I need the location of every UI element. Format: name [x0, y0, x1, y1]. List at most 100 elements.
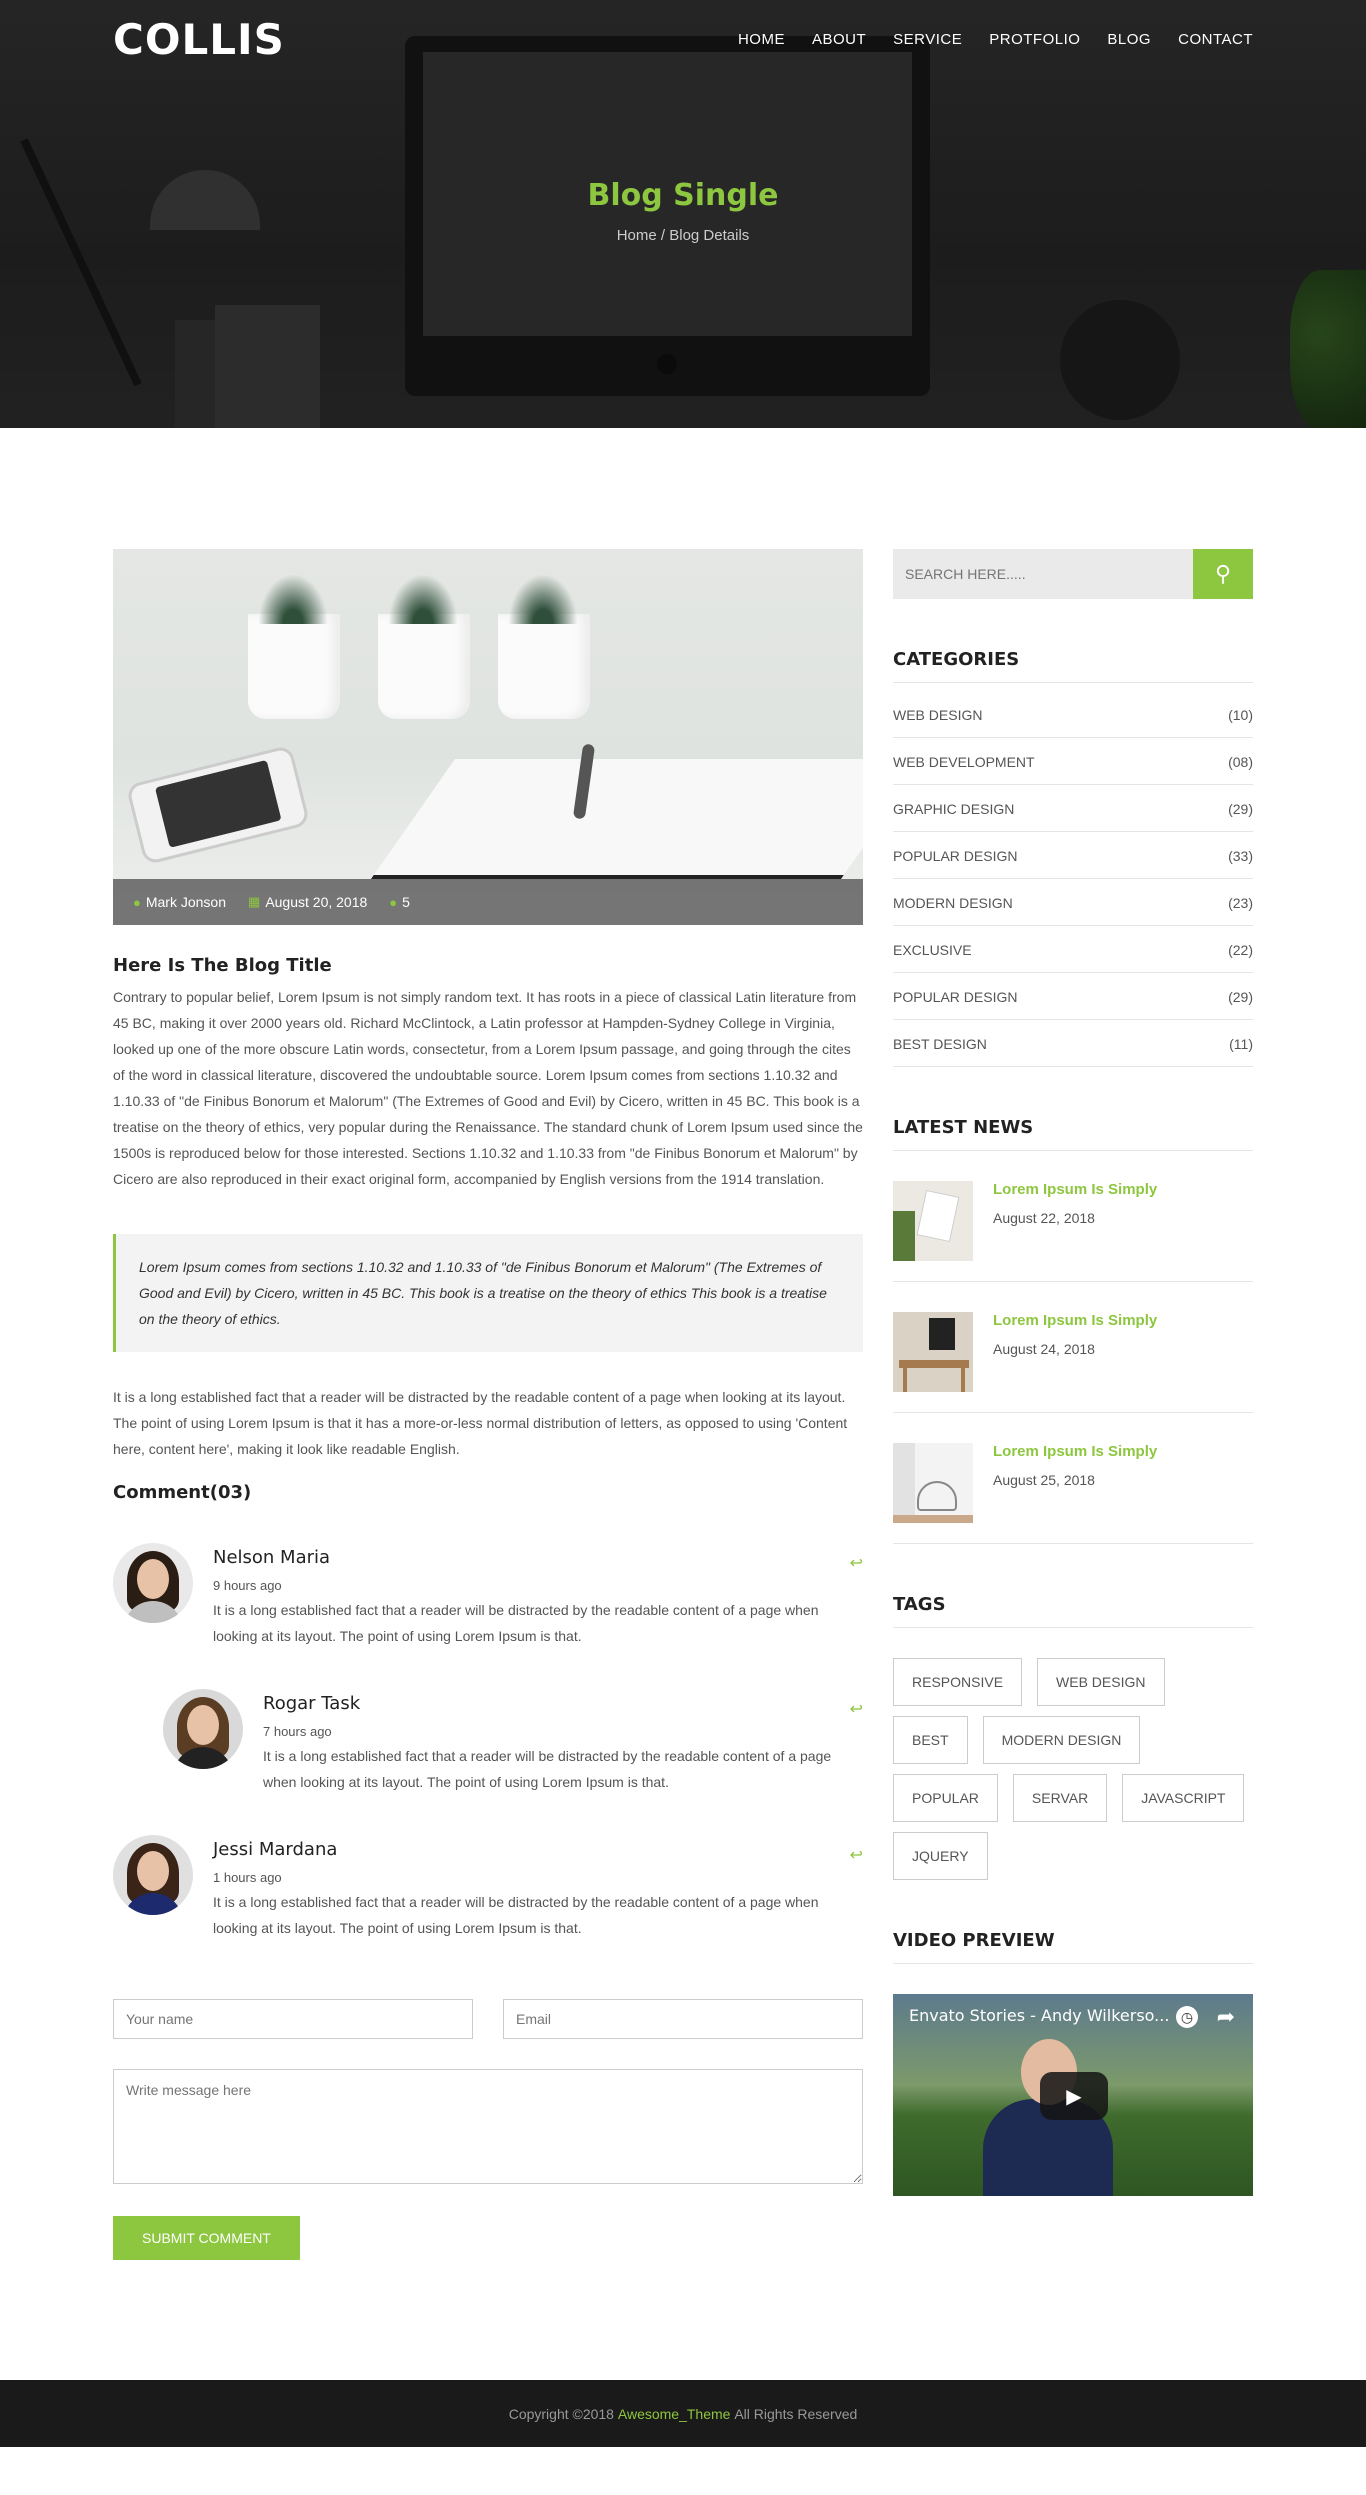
category-name: POPULAR DESIGN: [893, 989, 1018, 1005]
category-count: (08): [1228, 754, 1253, 770]
category-item[interactable]: WEB DESIGN (10): [893, 683, 1253, 738]
calendar-icon: ▦: [248, 894, 261, 909]
menu-item-home[interactable]: HOME: [738, 31, 785, 48]
site-footer: Copyright ©2018 Awesome_Theme All Rights…: [0, 2380, 1366, 2447]
category-count: (10): [1228, 707, 1253, 723]
tag[interactable]: POPULAR: [893, 1774, 998, 1822]
news-title: Lorem Ipsum Is Simply: [993, 1312, 1158, 1329]
tag[interactable]: BEST: [893, 1716, 968, 1764]
search-icon: ⚲: [1214, 561, 1232, 586]
category-count: (11): [1229, 1036, 1253, 1052]
video-player[interactable]: Envato Stories - Andy Wilkerso... ◷ ➦ ▶: [893, 1994, 1253, 2196]
news-item[interactable]: Lorem Ipsum Is Simply August 25, 2018: [893, 1413, 1253, 1544]
plant-pot: [248, 574, 340, 719]
category-count: (33): [1228, 848, 1253, 864]
comment-text: It is a long established fact that a rea…: [213, 1894, 819, 1936]
post-author[interactable]: ● Mark Jonson: [133, 894, 226, 910]
news-title: Lorem Ipsum Is Simply: [993, 1443, 1158, 1460]
footer-rights: All Rights Reserved: [734, 2405, 858, 2422]
category-name: POPULAR DESIGN: [893, 848, 1018, 864]
menu-item-contact[interactable]: CONTACT: [1178, 31, 1253, 48]
tag-cloud: RESPONSIVE WEB DESIGN BEST MODERN DESIGN…: [893, 1658, 1253, 1880]
post-meta-bar: ● Mark Jonson ▦ August 20, 2018 ● 5: [113, 879, 863, 925]
email-field[interactable]: [503, 1999, 863, 2039]
footer-brand-link[interactable]: Awesome_Theme: [618, 2406, 731, 2422]
tags-widget: TAGS RESPONSIVE WEB DESIGN BEST MODERN D…: [893, 1594, 1253, 1880]
category-item[interactable]: MODERN DESIGN (23): [893, 879, 1253, 926]
search-button[interactable]: ⚲: [1193, 549, 1253, 599]
tag[interactable]: RESPONSIVE: [893, 1658, 1023, 1706]
news-item[interactable]: Lorem Ipsum Is Simply August 24, 2018: [893, 1282, 1253, 1413]
share-icon[interactable]: ➦: [1217, 2004, 1235, 2030]
plant-pot: [498, 574, 590, 719]
news-thumbnail: [893, 1443, 973, 1523]
widget-title: TAGS: [893, 1594, 1253, 1628]
phone: [125, 744, 311, 866]
news-thumbnail: [893, 1181, 973, 1261]
tag[interactable]: MODERN DESIGN: [982, 1716, 1141, 1764]
reply-icon[interactable]: ↩: [850, 1553, 863, 1573]
breadcrumb: Home / Blog Details: [616, 227, 750, 244]
news-date: August 24, 2018: [993, 1341, 1095, 1357]
category-item[interactable]: GRAPHIC DESIGN (29): [893, 785, 1253, 832]
news-title: Lorem Ipsum Is Simply: [993, 1181, 1158, 1198]
category-name: BEST DESIGN: [893, 1036, 987, 1052]
video-caption[interactable]: Envato Stories - Andy Wilkerso...: [909, 2006, 1169, 2025]
comment-item: Nelson Maria 9 hours ago It is a long es…: [113, 1543, 863, 1649]
tag[interactable]: JQUERY: [893, 1832, 988, 1880]
video-widget: VIDEO PREVIEW Envato Stories - Andy Wilk…: [893, 1930, 1253, 2196]
submit-comment-button[interactable]: SUBMIT COMMENT: [113, 2216, 300, 2260]
reply-icon[interactable]: ↩: [850, 1699, 863, 1719]
category-item[interactable]: POPULAR DESIGN (33): [893, 832, 1253, 879]
post-body-secondary: It is a long established fact that a rea…: [113, 1389, 848, 1457]
search-input[interactable]: [893, 549, 1193, 599]
hero-banner: COLLIS HOME ABOUT SERVICE PROTFOLIO BLOG…: [0, 0, 1366, 428]
menu-item-portfolio[interactable]: PROTFOLIO: [989, 31, 1080, 48]
category-name: WEB DEVELOPMENT: [893, 754, 1035, 770]
avatar: [163, 1689, 243, 1769]
category-count: (29): [1228, 801, 1253, 817]
main-section: ● Mark Jonson ▦ August 20, 2018 ● 5 Here Is…: [113, 428, 1253, 2260]
category-item[interactable]: POPULAR DESIGN (29): [893, 973, 1253, 1020]
play-icon[interactable]: ▶: [1040, 2072, 1108, 2120]
clock-icon[interactable]: ◷: [1176, 2006, 1198, 2028]
category-item[interactable]: WEB DEVELOPMENT (08): [893, 738, 1253, 785]
comment-text: It is a long established fact that a rea…: [213, 1602, 819, 1644]
category-name: WEB DESIGN: [893, 707, 983, 723]
site-logo[interactable]: COLLIS: [113, 15, 285, 64]
widget-title: CATEGORIES: [893, 649, 1253, 683]
post-quote: Lorem Ipsum comes from sections 1.10.32 …: [113, 1234, 863, 1352]
news-thumbnail: [893, 1312, 973, 1392]
menu-item-service[interactable]: SERVICE: [893, 31, 962, 48]
blog-content: ● Mark Jonson ▦ August 20, 2018 ● 5 Here Is…: [113, 549, 863, 2260]
comment-item: Rogar Task 7 hours ago It is a long esta…: [163, 1689, 863, 1795]
news-item[interactable]: Lorem Ipsum Is Simply August 22, 2018: [893, 1151, 1253, 1282]
post-date-text: August 20, 2018: [265, 894, 368, 910]
category-item[interactable]: BEST DESIGN (11): [893, 1020, 1253, 1067]
post-title: Here Is The Blog Title: [113, 955, 332, 976]
page-title: Blog Single: [587, 178, 779, 213]
menu-item-about[interactable]: ABOUT: [812, 31, 866, 48]
category-count: (29): [1228, 989, 1253, 1005]
category-item[interactable]: EXCLUSIVE (22): [893, 926, 1253, 973]
sidebar: ⚲ CATEGORIES WEB DESIGN (10) WEB DEVELOPM…: [893, 549, 1253, 2260]
post-featured-image: ● Mark Jonson ▦ August 20, 2018 ● 5: [113, 549, 863, 925]
comment-item: Jessi Mardana 1 hours ago It is a long e…: [113, 1835, 863, 1941]
post-comments[interactable]: ● 5: [389, 894, 410, 910]
post-date: ▦ August 20, 2018: [248, 894, 367, 910]
name-field[interactable]: [113, 1999, 473, 2039]
category-count: (23): [1228, 895, 1253, 911]
tag[interactable]: WEB DESIGN: [1037, 1658, 1165, 1706]
message-field[interactable]: [113, 2069, 863, 2184]
comment-time: 7 hours ago: [263, 1724, 332, 1739]
search-bar: ⚲: [893, 549, 1253, 599]
widget-title: LATEST NEWS: [893, 1117, 1253, 1151]
tag[interactable]: JAVASCRIPT: [1122, 1774, 1245, 1822]
category-list: WEB DESIGN (10) WEB DEVELOPMENT (08) GRAPH…: [893, 683, 1253, 1067]
comment-text: It is a long established fact that a rea…: [263, 1748, 832, 1790]
tag[interactable]: SERVAR: [1012, 1774, 1108, 1822]
comment-author: Nelson Maria: [213, 1547, 331, 1568]
menu-item-blog[interactable]: BLOG: [1107, 31, 1151, 48]
reply-icon[interactable]: ↩: [850, 1845, 863, 1865]
comments-title: Comment(03): [113, 1482, 252, 1503]
